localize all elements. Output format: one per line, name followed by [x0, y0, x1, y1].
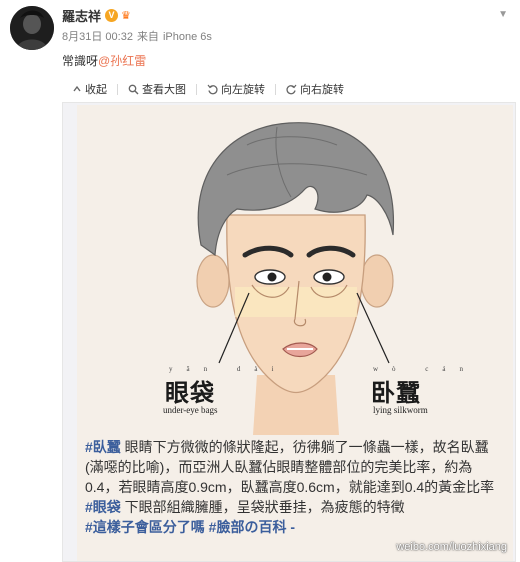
hashtag: #這樣子會區分了嗎	[85, 519, 205, 535]
caption-paragraph: #眼袋 下眼部組織臃腫，呈袋狀垂挂，為疲態的特徵	[85, 497, 505, 517]
media-frame: yǎn dài 眼袋 under-eye bags wò cán 卧蠶 lyin…	[62, 102, 516, 562]
right-label-chinese: 卧蠶	[371, 378, 421, 407]
hashtag: #臉部の百科 -	[204, 519, 296, 535]
right-label-pinyin: wò cán	[373, 365, 478, 373]
post-timestamp[interactable]: 8月31日 00:32	[62, 31, 133, 43]
collapse-icon	[73, 85, 81, 92]
caption-paragraph: #這樣子會區分了嗎 #臉部の百科 -	[85, 517, 505, 537]
author-name[interactable]: 羅志祥	[62, 6, 101, 25]
caption-text: 下眼部組織臃腫，呈袋狀垂挂，為疲態的特徵	[120, 499, 405, 515]
post-header: 羅志祥 V ♛ ▼ 8月31日 00:32 来自 iPhone 6s 常識呀@孙红雷	[62, 6, 508, 69]
toolbar-divider	[275, 83, 276, 95]
search-icon	[128, 84, 139, 94]
hashtag: #臥蠶	[85, 439, 121, 455]
post-text: 常識呀@孙红雷	[62, 52, 508, 69]
rotate-left-icon	[207, 84, 218, 94]
face-illustration	[77, 105, 513, 435]
image-toolbar: 收起 查看大图 向左旋转 向右旋转	[72, 80, 344, 98]
mention-link[interactable]: @孙红雷	[98, 54, 146, 68]
author-row: 羅志祥 V ♛ ▼	[62, 6, 508, 24]
left-label-chinese: 眼袋	[165, 378, 215, 407]
author-avatar[interactable]	[10, 6, 54, 50]
toolbar-divider	[196, 83, 197, 95]
left-label-english: under-eye bags	[163, 405, 218, 415]
caption-text: 眼睛下方微微的條狀隆起，彷彿躺了一條蟲一樣，故名臥蠶(滿噁的比喻)，而亞洲人臥蠶…	[85, 439, 495, 495]
chevron-down-icon[interactable]: ▼	[498, 9, 508, 20]
collapse-button[interactable]: 收起	[72, 81, 107, 97]
rotate-right-label: 向右旋转	[300, 84, 344, 96]
hashtag: #眼袋	[85, 499, 121, 515]
post-meta: 8月31日 00:32 来自 iPhone 6s	[62, 28, 508, 44]
image-watermark: weibo.com/luozhixiang	[396, 541, 507, 553]
right-label-english: lying silkworm	[373, 405, 428, 415]
rotate-right-button[interactable]: 向右旋转	[286, 81, 344, 97]
image-caption: #臥蠶 眼睛下方微微的條狀隆起，彷彿躺了一條蟲一樣，故名臥蠶(滿噁的比喻)，而亞…	[85, 437, 505, 537]
post-source[interactable]: iPhone 6s	[163, 31, 212, 43]
crown-icon: ♛	[121, 9, 131, 22]
left-label-pinyin: yǎn dài	[169, 365, 288, 373]
post-body: 常識呀	[62, 54, 99, 68]
toolbar-divider	[117, 83, 118, 95]
post-image[interactable]: yǎn dài 眼袋 under-eye bags wò cán 卧蠶 lyin…	[77, 105, 513, 561]
source-prefix: 来自	[136, 31, 159, 43]
view-large-label: 查看大图	[142, 84, 186, 96]
view-large-button[interactable]: 查看大图	[128, 81, 186, 97]
caption-paragraph: #臥蠶 眼睛下方微微的條狀隆起，彷彿躺了一條蟲一樣，故名臥蠶(滿噁的比喻)，而亞…	[85, 437, 505, 497]
rotate-left-button[interactable]: 向左旋转	[207, 81, 265, 97]
collapse-label: 收起	[85, 84, 107, 96]
verified-badge-icon: V	[105, 8, 119, 22]
rotate-left-label: 向左旋转	[221, 84, 265, 96]
rotate-right-icon	[286, 84, 297, 94]
